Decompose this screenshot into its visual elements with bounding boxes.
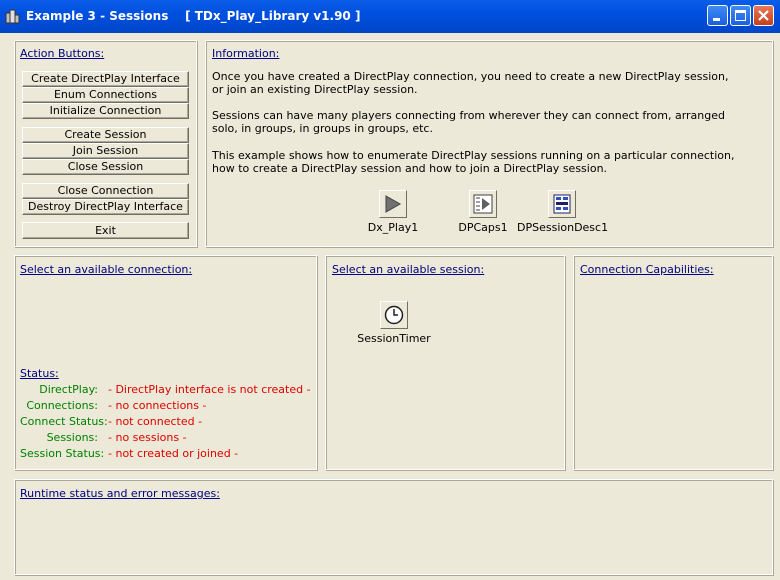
connection-capabilities-panel xyxy=(573,255,773,470)
status-label-session-status: Session Status: xyxy=(20,447,105,460)
action-buttons-title: Action Buttons: xyxy=(20,47,105,60)
play-icon xyxy=(385,195,402,213)
dpsessiondesc-component[interactable]: DPSessionDesc1 xyxy=(517,190,609,234)
session-timer-label: SessionTimer xyxy=(357,332,431,345)
session-timer-component[interactable]: SessionTimer xyxy=(354,301,434,345)
close-button[interactable] xyxy=(753,5,774,26)
session-desc-icon xyxy=(553,194,571,214)
dpsessiondesc-label: DPSessionDesc1 xyxy=(517,221,609,234)
dx-play-label: Dx_Play1 xyxy=(367,221,419,234)
dpcaps-label: DPCaps1 xyxy=(458,221,508,234)
clock-icon xyxy=(384,305,404,325)
connection-capabilities-title: Connection Capabilities: xyxy=(580,263,714,276)
information-title: Information: xyxy=(212,47,280,60)
info-paragraph: Sessions can have many players connectin… xyxy=(212,109,726,135)
status-label-directplay: DirectPlay: xyxy=(39,383,98,396)
status-value-connect-status: - not connected - xyxy=(108,415,203,428)
app-icon xyxy=(5,9,20,24)
title-bar[interactable]: Example 3 - Sessions [ TDx_Play_Library … xyxy=(0,0,780,33)
status-title: Status: xyxy=(20,367,59,380)
caps-icon xyxy=(473,194,493,214)
status-value-directplay: - DirectPlay interface is not created - xyxy=(108,383,311,396)
connection-title[interactable]: Select an available connection: xyxy=(20,263,192,276)
close-connection-button[interactable]: Close Connection xyxy=(22,183,189,199)
dx-play-component[interactable]: Dx_Play1 xyxy=(353,190,433,234)
join-session-button[interactable]: Join Session xyxy=(22,143,189,159)
close-session-button[interactable]: Close Session xyxy=(22,159,189,175)
status-value-connections: - no connections - xyxy=(108,399,207,412)
status-label-sessions: Sessions: xyxy=(46,431,98,444)
status-label-connections: Connections: xyxy=(26,399,98,412)
maximize-icon xyxy=(735,10,746,21)
minimize-icon xyxy=(713,18,720,21)
session-panel xyxy=(325,255,565,470)
status-value-session-status: - not created or joined - xyxy=(108,447,239,460)
close-icon xyxy=(758,10,769,21)
status-label-connect-status: Connect Status: xyxy=(20,415,108,428)
initialize-connection-button[interactable]: Initialize Connection xyxy=(22,103,189,119)
exit-button[interactable]: Exit xyxy=(22,222,189,239)
enum-connections-button[interactable]: Enum Connections xyxy=(22,87,189,103)
info-paragraph: Once you have created a DirectPlay conne… xyxy=(212,70,729,96)
minimize-button[interactable] xyxy=(707,5,728,26)
window-title: Example 3 - Sessions [ TDx_Play_Library … xyxy=(26,9,361,23)
create-session-button[interactable]: Create Session xyxy=(22,127,189,143)
runtime-messages-title: Runtime status and error messages: xyxy=(20,487,220,500)
create-directplay-interface-button[interactable]: Create DirectPlay Interface xyxy=(22,71,189,87)
destroy-directplay-interface-button[interactable]: Destroy DirectPlay Interface xyxy=(22,199,189,215)
status-value-sessions: - no sessions - xyxy=(108,431,187,444)
dpcaps-component[interactable]: DPCaps1 xyxy=(443,190,523,234)
maximize-button[interactable] xyxy=(730,5,751,26)
session-title[interactable]: Select an available session: xyxy=(332,263,484,276)
info-paragraph: This example shows how to enumerate Dire… xyxy=(212,149,735,175)
